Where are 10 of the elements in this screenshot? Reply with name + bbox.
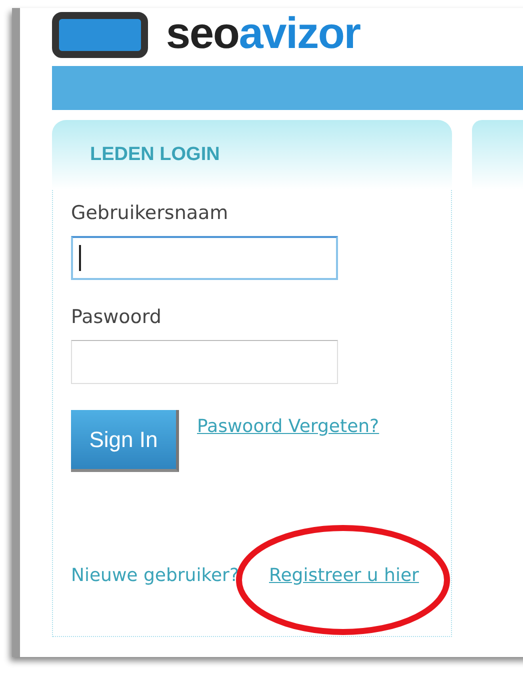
sign-in-button[interactable]: Sign In [71,410,179,472]
input-field[interactable] [71,236,338,280]
input-field[interactable] [71,340,338,384]
register-link[interactable]: Registreer u hier [269,565,419,586]
field-label: Gebruikersnaam [71,202,230,224]
logo-icon [52,12,148,58]
panel-title: LEDEN LOGIN [90,144,220,166]
forgot-password-link[interactable]: Paswoord Vergeten? [197,416,380,437]
logo: seoavizor [166,10,360,58]
field-label: Paswoord [71,306,162,328]
